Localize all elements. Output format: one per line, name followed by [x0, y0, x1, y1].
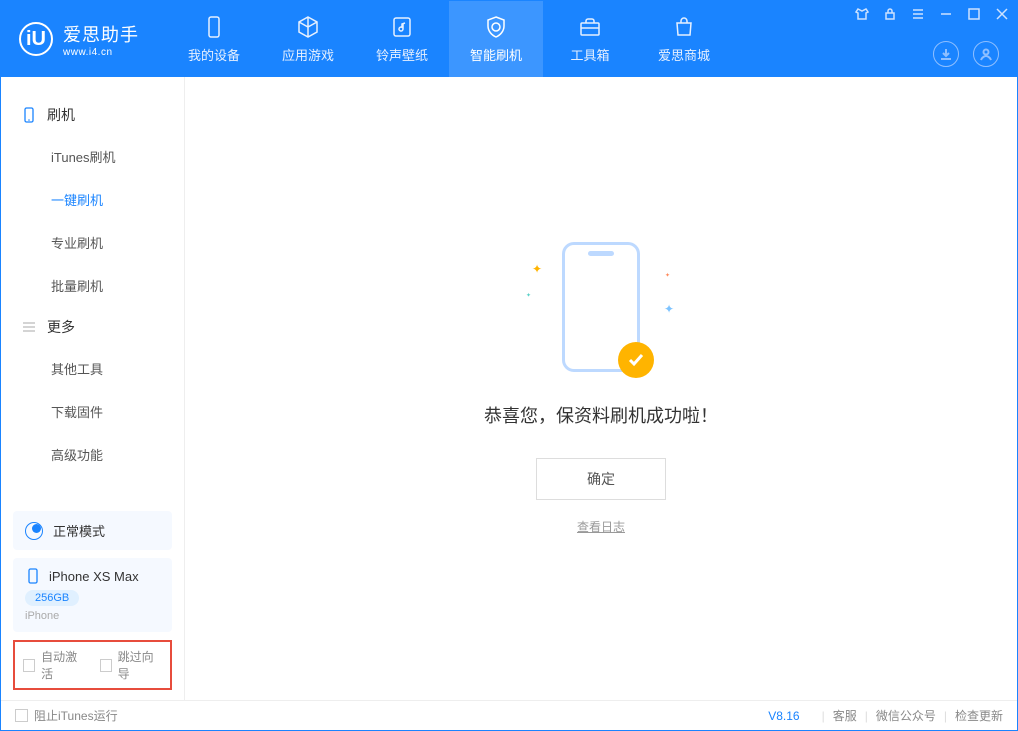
- footer: 阻止iTunes运行 V8.16 | 客服 | 微信公众号 | 检查更新: [1, 700, 1017, 730]
- nav-label: 爱思商城: [658, 45, 710, 64]
- device-mode[interactable]: 正常模式: [13, 511, 172, 550]
- nav-store[interactable]: 爱思商城: [637, 1, 731, 77]
- store-icon: [672, 15, 696, 39]
- sidebar-item-advanced[interactable]: 高级功能: [1, 433, 184, 476]
- nav-my-device[interactable]: 我的设备: [167, 1, 261, 77]
- phone-small-icon: [25, 568, 41, 584]
- sidebar-group-title: 更多: [47, 317, 75, 337]
- device-mode-label: 正常模式: [53, 521, 105, 540]
- version-label: V8.16: [768, 709, 799, 723]
- nav-ringtone-wallpaper[interactable]: 铃声壁纸: [355, 1, 449, 77]
- refresh-shield-icon: [484, 15, 508, 39]
- check-badge-icon: [618, 342, 654, 378]
- minimize-icon[interactable]: [939, 7, 953, 21]
- sidebar-item-batch-flash[interactable]: 批量刷机: [1, 264, 184, 307]
- nav-label: 智能刷机: [470, 45, 522, 64]
- music-icon: [390, 15, 414, 39]
- checkbox-auto-activate[interactable]: 自动激活: [23, 648, 86, 682]
- mode-icon: [25, 522, 43, 540]
- device-icon: [202, 15, 226, 39]
- device-type: iPhone: [25, 610, 160, 622]
- header: iU 爱思助手 www.i4.cn 我的设备 应用游戏 铃声壁纸 智能刷机 工具…: [1, 1, 1017, 77]
- nav-toolbox[interactable]: 工具箱: [543, 1, 637, 77]
- checkbox-label: 自动激活: [41, 648, 85, 682]
- device-info[interactable]: iPhone XS Max 256GB iPhone: [13, 558, 172, 632]
- sidebar-item-pro-flash[interactable]: 专业刷机: [1, 221, 184, 264]
- checkbox-icon: [23, 659, 35, 672]
- sidebar-item-itunes-flash[interactable]: iTunes刷机: [1, 135, 184, 178]
- lock-icon[interactable]: [883, 7, 897, 21]
- sparkle-icon: ✦: [526, 292, 531, 299]
- sidebar-group-flash: 刷机: [1, 95, 184, 135]
- view-log-link[interactable]: 查看日志: [577, 518, 625, 535]
- checkbox-block-itunes[interactable]: 阻止iTunes运行: [15, 707, 118, 724]
- nav-label: 应用游戏: [282, 45, 334, 64]
- toolbox-icon: [578, 15, 602, 39]
- device-storage-badge: 256GB: [25, 590, 79, 606]
- sidebar-group-more: 更多: [1, 307, 184, 347]
- device-name: iPhone XS Max: [49, 569, 139, 584]
- shirt-icon[interactable]: [855, 7, 869, 21]
- nav-smart-flash[interactable]: 智能刷机: [449, 1, 543, 77]
- success-illustration: ✦ ✦ ✦ ✦: [562, 242, 640, 372]
- device-panel: 正常模式 iPhone XS Max 256GB iPhone 自动激活 跳过向…: [1, 503, 184, 700]
- nav-label: 我的设备: [188, 45, 240, 64]
- checkbox-label: 阻止iTunes运行: [34, 707, 118, 724]
- app-url: www.i4.cn: [63, 47, 139, 58]
- success-message: 恭喜您，保资料刷机成功啦！: [484, 402, 718, 428]
- checkbox-label: 跳过向导: [118, 648, 162, 682]
- confirm-button[interactable]: 确定: [536, 458, 666, 500]
- window-controls: [855, 7, 1009, 21]
- maximize-icon[interactable]: [967, 7, 981, 21]
- sidebar-item-other-tools[interactable]: 其他工具: [1, 347, 184, 390]
- menu-icon[interactable]: [911, 7, 925, 21]
- header-actions: [933, 41, 999, 67]
- list-icon: [21, 319, 37, 335]
- sparkle-icon: ✦: [664, 302, 674, 316]
- nav-apps-games[interactable]: 应用游戏: [261, 1, 355, 77]
- sidebar: 刷机 iTunes刷机 一键刷机 专业刷机 批量刷机 更多 其他工具 下载固件 …: [1, 77, 185, 700]
- highlighted-options: 自动激活 跳过向导: [13, 640, 172, 690]
- app-name: 爱思助手: [63, 21, 139, 47]
- logo-area: iU 爱思助手 www.i4.cn: [1, 21, 157, 58]
- sidebar-item-download-firmware[interactable]: 下载固件: [1, 390, 184, 433]
- sidebar-item-oneclick-flash[interactable]: 一键刷机: [1, 178, 184, 221]
- nav-label: 工具箱: [570, 45, 609, 64]
- checkbox-icon: [15, 709, 28, 722]
- sparkle-icon: ✦: [665, 272, 670, 279]
- phone-icon: [21, 107, 37, 123]
- nav-label: 铃声壁纸: [376, 45, 428, 64]
- user-button[interactable]: [973, 41, 999, 67]
- footer-link-update[interactable]: 检查更新: [955, 707, 1003, 724]
- download-button[interactable]: [933, 41, 959, 67]
- checkbox-icon: [100, 659, 112, 672]
- footer-link-support[interactable]: 客服: [833, 707, 857, 724]
- close-icon[interactable]: [995, 7, 1009, 21]
- footer-link-wechat[interactable]: 微信公众号: [876, 707, 936, 724]
- footer-right: V8.16 | 客服 | 微信公众号 | 检查更新: [768, 707, 1003, 724]
- sidebar-group-title: 刷机: [47, 105, 75, 125]
- main-content: ✦ ✦ ✦ ✦ 恭喜您，保资料刷机成功啦！ 确定 查看日志: [185, 77, 1017, 700]
- logo-icon: iU: [19, 22, 53, 56]
- checkbox-skip-guide[interactable]: 跳过向导: [100, 648, 163, 682]
- cube-icon: [296, 15, 320, 39]
- main-nav: 我的设备 应用游戏 铃声壁纸 智能刷机 工具箱 爱思商城: [167, 1, 731, 77]
- sparkle-icon: ✦: [532, 262, 542, 276]
